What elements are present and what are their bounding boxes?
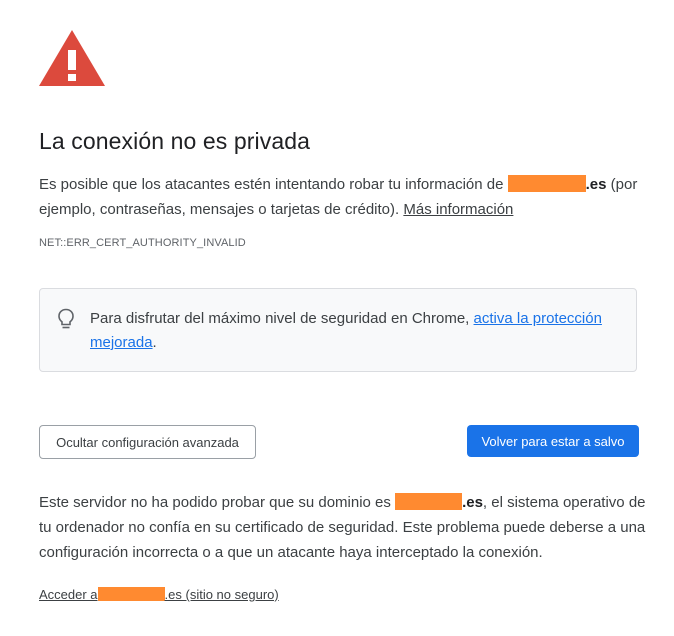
domain-suffix: .es — [585, 176, 607, 193]
page-title: La conexión no es privada — [39, 128, 311, 154]
enhanced-protection-message: Para disfrutar del máximo nivel de segur… — [90, 310, 474, 327]
enhanced-protection-box: Para disfrutar del máximo nivel de segur… — [39, 288, 637, 372]
enhanced-protection-period: . — [152, 334, 157, 351]
proceed-prefix: Acceder a — [39, 587, 98, 602]
details-text: Este servidor no ha podido probar que su… — [39, 494, 396, 511]
redacted-domain — [395, 493, 463, 510]
learn-more-link[interactable]: Más información — [403, 201, 513, 218]
back-to-safety-button[interactable]: Volver para estar a salvo — [467, 425, 639, 457]
details-paragraph: Este servidor no ha podido probar que su… — [39, 490, 649, 565]
domain-suffix: .es — [462, 494, 483, 511]
proceed-unsafe-link[interactable]: Acceder a .es (sitio no seguro) — [39, 587, 279, 602]
warning-triangle-icon — [39, 30, 105, 86]
redacted-domain — [97, 587, 165, 601]
lightbulb-icon — [58, 308, 74, 329]
explanation-paragraph: Es posible que los atacantes estén inten… — [39, 172, 649, 222]
enhanced-protection-text: Para disfrutar del máximo nivel de segur… — [90, 307, 620, 355]
hide-advanced-button[interactable]: Ocultar configuración avanzada — [39, 425, 256, 459]
redacted-domain — [507, 175, 586, 192]
error-code: NET::ERR_CERT_AUTHORITY_INVALID — [39, 237, 246, 249]
explanation-text: Es posible que los atacantes estén inten… — [39, 176, 508, 193]
proceed-suffix: .es (sitio no seguro) — [164, 587, 279, 602]
